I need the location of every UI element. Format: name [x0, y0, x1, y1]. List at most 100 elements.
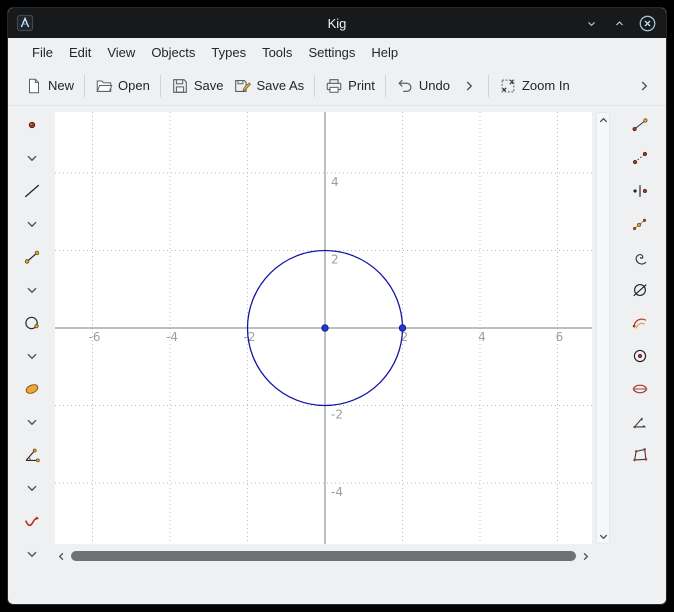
angle-tools-expander[interactable] [19, 478, 45, 498]
circle-tool-button[interactable] [19, 313, 45, 333]
menu-item-view[interactable]: View [99, 41, 143, 64]
zoom-in-button-label: Zoom In [522, 78, 570, 93]
segment-tools-expander[interactable] [19, 280, 45, 300]
titlebar[interactable]: Kig [8, 8, 666, 38]
maximize-button[interactable] [608, 12, 630, 34]
angle-tool-button[interactable] [19, 445, 45, 465]
line-tool-button[interactable] [19, 181, 45, 201]
undo-history-expand-button[interactable] [455, 71, 483, 101]
segment-endpoints-tool-button[interactable] [627, 115, 653, 135]
chevron-down-icon [23, 413, 41, 431]
conic-tools-expander[interactable] [19, 412, 45, 432]
chevron-right-icon [635, 77, 653, 95]
geometry-canvas[interactable]: -6-4-224642-2-4 [55, 112, 592, 544]
toolbar-separator [84, 75, 85, 97]
vertical-scroll-track[interactable] [597, 127, 609, 529]
menu-item-types[interactable]: Types [203, 41, 254, 64]
toolbar-separator [160, 75, 161, 97]
line-tools-expander[interactable] [19, 214, 45, 234]
dotted-segment-icon [631, 149, 649, 167]
point-tool-button[interactable] [19, 115, 45, 135]
chevron-right-icon [460, 77, 478, 95]
undo-icon [396, 77, 414, 95]
circle-line-tool-button[interactable] [627, 280, 653, 300]
arcs-icon [631, 314, 649, 332]
window-title: Kig [8, 16, 666, 31]
minimize-button[interactable] [580, 12, 602, 34]
locus-tool-button[interactable] [627, 247, 653, 267]
menu-item-edit[interactable]: Edit [61, 41, 99, 64]
ellipse-axis-tool-button[interactable] [627, 379, 653, 399]
svg-text:-6: -6 [89, 330, 101, 344]
chevron-down-icon [23, 281, 41, 299]
toolbar-separator [314, 75, 315, 97]
angle-measure-tool-button[interactable] [627, 412, 653, 432]
scroll-up-button[interactable] [597, 113, 610, 127]
point-sequence-tool-button[interactable] [627, 214, 653, 234]
polygon-icon [631, 446, 649, 464]
main-toolbar: New Open SaveSave As Print Undo Zoom In [8, 66, 666, 106]
print-icon [325, 77, 343, 95]
svg-text:6: 6 [556, 330, 564, 344]
point-tools-expander[interactable] [19, 148, 45, 168]
print-button[interactable]: Print [320, 71, 380, 101]
geometry-canvas-svg[interactable]: -6-4-224642-2-4 [55, 112, 592, 544]
toolbar-overflow-button[interactable] [630, 71, 658, 101]
angle-icon [23, 446, 41, 464]
chevron-down-icon [23, 149, 41, 167]
scroll-left-button[interactable] [55, 549, 68, 563]
svg-text:-2: -2 [244, 330, 256, 344]
new-button[interactable]: New [20, 71, 79, 101]
scroll-down-button[interactable] [597, 529, 610, 543]
polygon-tool-button[interactable] [627, 445, 653, 465]
undo-button[interactable]: Undo [391, 71, 455, 101]
kig-window: Kig FileEditViewObjectsTypesToolsSetting… [8, 8, 666, 604]
svg-text:-4: -4 [331, 485, 343, 499]
circle-crossed-icon [631, 281, 649, 299]
circle-center-tool-button[interactable] [627, 346, 653, 366]
vertical-scrollbar[interactable] [596, 112, 610, 544]
print-button-label: Print [348, 78, 375, 93]
arc-tool-button[interactable] [627, 313, 653, 333]
save-button[interactable]: Save [166, 71, 229, 101]
circle-tools-expander[interactable] [19, 346, 45, 366]
menu-item-help[interactable]: Help [363, 41, 406, 64]
zoom-in-button[interactable]: Zoom In [494, 71, 575, 101]
horizontal-scroll-thumb[interactable] [71, 551, 576, 561]
svg-text:-2: -2 [331, 408, 343, 422]
circle-icon [23, 314, 41, 332]
close-button[interactable] [636, 12, 658, 34]
scroll-right-button[interactable] [579, 549, 592, 563]
chevron-down-icon [23, 347, 41, 365]
svg-text:2: 2 [331, 253, 339, 267]
right-toolbar [614, 106, 666, 604]
scroll-down-icon [598, 531, 609, 542]
menu-item-file[interactable]: File [24, 41, 61, 64]
red-check-icon [23, 512, 41, 530]
chevron-down-icon [23, 479, 41, 497]
test-tools-expander[interactable] [19, 544, 45, 564]
conic-tool-button[interactable] [19, 379, 45, 399]
folder-open-icon [95, 77, 113, 95]
scroll-left-icon [56, 551, 67, 562]
horizontal-scroll-track[interactable] [68, 548, 579, 564]
open-button[interactable]: Open [90, 71, 155, 101]
angle-arrows-icon [631, 413, 649, 431]
toolbar-separator [488, 75, 489, 97]
circle-dot-icon [631, 347, 649, 365]
svg-text:4: 4 [478, 330, 486, 344]
new-button-label: New [48, 78, 74, 93]
menu-item-tools[interactable]: Tools [254, 41, 300, 64]
chevron-down-icon [23, 545, 41, 563]
menu-item-objects[interactable]: Objects [143, 41, 203, 64]
segment-tool-button[interactable] [19, 247, 45, 267]
menu-item-settings[interactable]: Settings [300, 41, 363, 64]
conic-icon [23, 380, 41, 398]
segment-icon [23, 248, 41, 266]
segment-points-icon [631, 116, 649, 134]
save-as-button[interactable]: Save As [228, 71, 309, 101]
midpoint-tool-button[interactable] [627, 181, 653, 201]
test-tool-button[interactable] [19, 511, 45, 531]
horizontal-scrollbar[interactable] [55, 548, 592, 564]
dotted-segment-tool-button[interactable] [627, 148, 653, 168]
